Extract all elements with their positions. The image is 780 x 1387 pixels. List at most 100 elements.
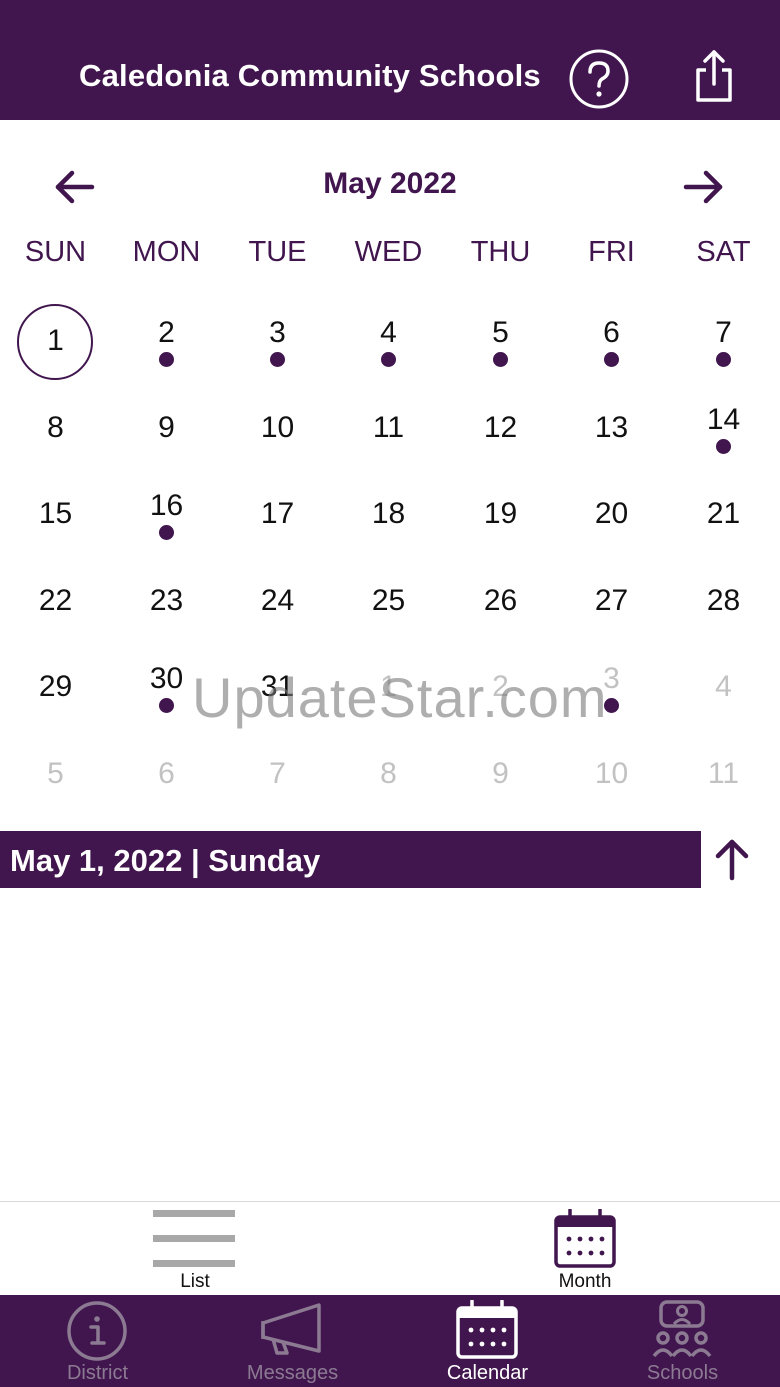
day-number: 8 xyxy=(380,757,397,790)
weekday-label: FRI xyxy=(588,236,635,268)
tab-calendar[interactable]: Calendar xyxy=(390,1295,585,1387)
weekday-label: THU xyxy=(470,236,531,268)
day-number: 2 xyxy=(158,316,175,349)
calendar-day[interactable]: 10 xyxy=(222,387,333,473)
tab-label: District xyxy=(66,1362,129,1384)
calendar-day[interactable]: 2 xyxy=(111,300,222,386)
calendar-day[interactable]: 13 xyxy=(556,387,667,473)
list-view-label: List xyxy=(180,1271,210,1292)
calendar-day[interactable]: 10 xyxy=(556,733,667,819)
day-number: 28 xyxy=(706,584,741,617)
day-number: 7 xyxy=(269,757,286,790)
people-icon xyxy=(652,1300,712,1358)
calendar-day[interactable]: 11 xyxy=(333,387,444,473)
share-icon xyxy=(696,50,732,102)
tab-messages[interactable]: Messages xyxy=(195,1295,390,1387)
day-number: 18 xyxy=(371,497,406,530)
calendar-day[interactable]: 11 xyxy=(668,733,779,819)
calendar-day[interactable]: 18 xyxy=(333,473,444,559)
weekday-label: MON xyxy=(132,236,201,268)
calendar-day[interactable]: 7 xyxy=(668,300,779,386)
calendar-day[interactable]: 19 xyxy=(445,473,556,559)
calendar-day[interactable]: 29 xyxy=(0,646,111,732)
calendar-day[interactable]: 17 xyxy=(222,473,333,559)
calendar-day[interactable]: 22 xyxy=(0,560,111,646)
day-number: 9 xyxy=(158,411,175,444)
calendar-day[interactable]: 6 xyxy=(111,733,222,819)
weekday-label: WED xyxy=(354,236,423,268)
month-title: May 2022 xyxy=(323,167,457,200)
calendar-day[interactable]: 14 xyxy=(668,387,779,473)
day-number: 4 xyxy=(715,670,732,703)
calendar-day[interactable]: 4 xyxy=(333,300,444,386)
calendar-day[interactable]: 12 xyxy=(445,387,556,473)
calendar-day[interactable]: 15 xyxy=(0,473,111,559)
calendar-day[interactable]: 16 xyxy=(111,473,222,559)
day-number: 4 xyxy=(380,316,397,349)
day-number: 26 xyxy=(483,584,518,617)
arrow-right-icon xyxy=(683,170,723,204)
calendar-grid: 1 2 3 4 5 6 7 8 9 10 11 12 13 14 15 16 17 18 19 20 21 22 23 24 2… xyxy=(0,300,780,820)
calendar-day[interactable]: 5 xyxy=(445,300,556,386)
day-number: 29 xyxy=(38,670,73,703)
tab-district[interactable]: District xyxy=(0,1295,195,1387)
calendar-day[interactable]: 8 xyxy=(0,387,111,473)
day-number: 5 xyxy=(47,757,64,790)
calendar-day[interactable]: 23 xyxy=(111,560,222,646)
day-number: 21 xyxy=(706,497,741,530)
event-dot xyxy=(716,352,731,367)
calendar-day[interactable]: 7 xyxy=(222,733,333,819)
calendar-day[interactable]: 26 xyxy=(445,560,556,646)
view-toggle: List Month xyxy=(0,1201,780,1295)
event-dot xyxy=(159,352,174,367)
help-button[interactable] xyxy=(569,49,629,109)
tab-schools[interactable]: Schools xyxy=(585,1295,780,1387)
calendar-day[interactable]: 5 xyxy=(0,733,111,819)
tab-label: Messages xyxy=(246,1362,339,1384)
day-number: 6 xyxy=(603,316,620,349)
day-number: 10 xyxy=(260,411,295,444)
day-number: 20 xyxy=(594,497,629,530)
share-button[interactable] xyxy=(692,48,736,104)
app-header: Caledonia Community Schools xyxy=(0,0,780,120)
calendar-icon xyxy=(456,1300,518,1359)
calendar-day[interactable]: 21 xyxy=(668,473,779,559)
list-view-button[interactable]: List xyxy=(120,1202,270,1296)
event-dot xyxy=(159,698,174,713)
event-dot xyxy=(493,352,508,367)
calendar-day[interactable]: 28 xyxy=(668,560,779,646)
weekday-label: SAT xyxy=(696,236,751,268)
calendar-day[interactable]: 6 xyxy=(556,300,667,386)
month-navigation: May 2022 xyxy=(0,155,780,215)
weekday-header: SUN MON TUE WED THU FRI SAT xyxy=(0,236,780,276)
calendar-day[interactable]: 20 xyxy=(556,473,667,559)
tab-label: Schools xyxy=(646,1362,719,1384)
arrow-up-icon xyxy=(715,839,749,881)
calendar-day[interactable]: 25 xyxy=(333,560,444,646)
calendar-day[interactable]: 4 xyxy=(668,646,779,732)
next-month-button[interactable] xyxy=(680,165,728,209)
month-view-button[interactable]: Month xyxy=(510,1202,660,1296)
calendar-day[interactable]: 9 xyxy=(111,387,222,473)
info-circle-icon xyxy=(67,1301,127,1361)
day-number: 25 xyxy=(371,584,406,617)
day-number: 11 xyxy=(372,411,405,444)
event-dot xyxy=(716,439,731,454)
selected-date-bar: May 1, 2022 | Sunday xyxy=(0,831,701,888)
day-number: 10 xyxy=(594,757,629,790)
calendar-day[interactable]: 1 xyxy=(0,300,111,386)
day-number: 3 xyxy=(269,316,286,349)
day-number: 24 xyxy=(260,584,295,617)
event-dot xyxy=(159,525,174,540)
day-number: 13 xyxy=(594,411,629,444)
month-view-label: Month xyxy=(558,1271,612,1292)
calendar-day[interactable]: 24 xyxy=(222,560,333,646)
calendar-day[interactable]: 8 xyxy=(333,733,444,819)
calendar-day[interactable]: 3 xyxy=(222,300,333,386)
calendar-day[interactable]: 9 xyxy=(445,733,556,819)
weekday-label: SUN xyxy=(24,236,87,268)
day-number: 16 xyxy=(149,489,184,522)
scroll-up-button[interactable] xyxy=(706,836,758,884)
calendar-day[interactable]: 27 xyxy=(556,560,667,646)
day-number: 27 xyxy=(594,584,629,617)
